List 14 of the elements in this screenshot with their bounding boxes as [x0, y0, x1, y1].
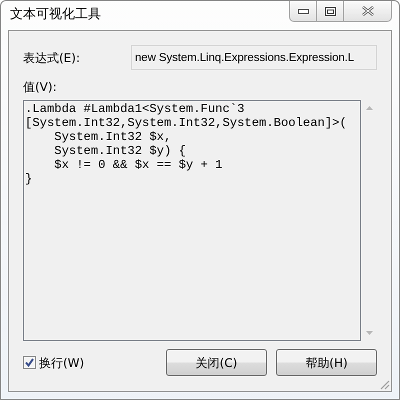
- dialog-button[interactable]: 关闭(C): [166, 349, 267, 376]
- checkbox[interactable]: [23, 356, 36, 369]
- wrap-label: 换行(W): [39, 354, 84, 372]
- value-label: 值(V):: [23, 79, 58, 96]
- close-icon: [362, 6, 374, 16]
- expression-label: 表达式(E):: [23, 50, 81, 66]
- minimize-icon: [298, 8, 308, 14]
- expression-field[interactable]: new System.Linq.Expressions.Expression.L: [131, 45, 377, 70]
- wrap-checkbox[interactable]: 换行(W): [23, 354, 84, 372]
- dialog-button[interactable]: 帮助(H): [276, 349, 377, 376]
- resize-grip-icon[interactable]: [379, 379, 390, 390]
- value-text-area[interactable]: .Lambda #Lambda1<System.Func`3 [System.Int32,System.Int32,System.Boolean]>( System.Int32 $x, System.Int32 $y) { $x != 0 && $x == $y + 1 }: [23, 100, 361, 341]
- maximize-icon: [324, 6, 336, 16]
- window-title: 文本可视化工具: [10, 6, 101, 24]
